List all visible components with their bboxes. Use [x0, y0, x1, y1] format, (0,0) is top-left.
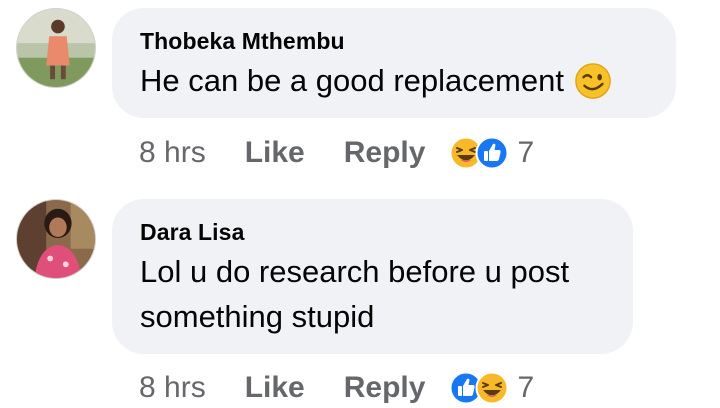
comment-actions: 8 hrs Like Reply 7 [139, 368, 534, 408]
haha-icon [475, 371, 509, 405]
avatar[interactable] [16, 8, 96, 88]
comment-author[interactable]: Dara Lisa [140, 219, 244, 246]
wink-emoji-icon [575, 62, 611, 99]
comment-text: He can be a good replacement [140, 58, 612, 103]
like-icon [475, 136, 509, 170]
comment-text-line: Lol u do research before u post [140, 254, 570, 289]
reply-button[interactable]: Reply [344, 371, 426, 405]
comment-text-content: He can be a good replacement [140, 63, 564, 98]
reaction-count: 7 [517, 371, 535, 404]
like-button[interactable]: Like [245, 371, 305, 405]
comment-author[interactable]: Thobeka Mthembu [140, 28, 345, 55]
comment-text-line: something stupid [140, 299, 375, 334]
comment-timestamp[interactable]: 8 hrs [139, 136, 206, 170]
reaction-count: 7 [517, 136, 535, 169]
reaction-summary[interactable]: 7 [449, 371, 534, 405]
like-button[interactable]: Like [245, 136, 305, 170]
comment-actions: 8 hrs Like Reply 7 [139, 133, 534, 173]
comment-text: Lol u do research before u post somethin… [140, 249, 569, 339]
comment-bubble: Thobeka Mthembu He can be a good replace… [112, 8, 676, 118]
comment-timestamp[interactable]: 8 hrs [139, 371, 206, 405]
avatar[interactable] [16, 199, 96, 279]
reaction-summary[interactable]: 7 [449, 136, 534, 170]
comment-bubble: Dara Lisa Lol u do research before u pos… [112, 199, 633, 354]
reply-button[interactable]: Reply [344, 136, 426, 170]
